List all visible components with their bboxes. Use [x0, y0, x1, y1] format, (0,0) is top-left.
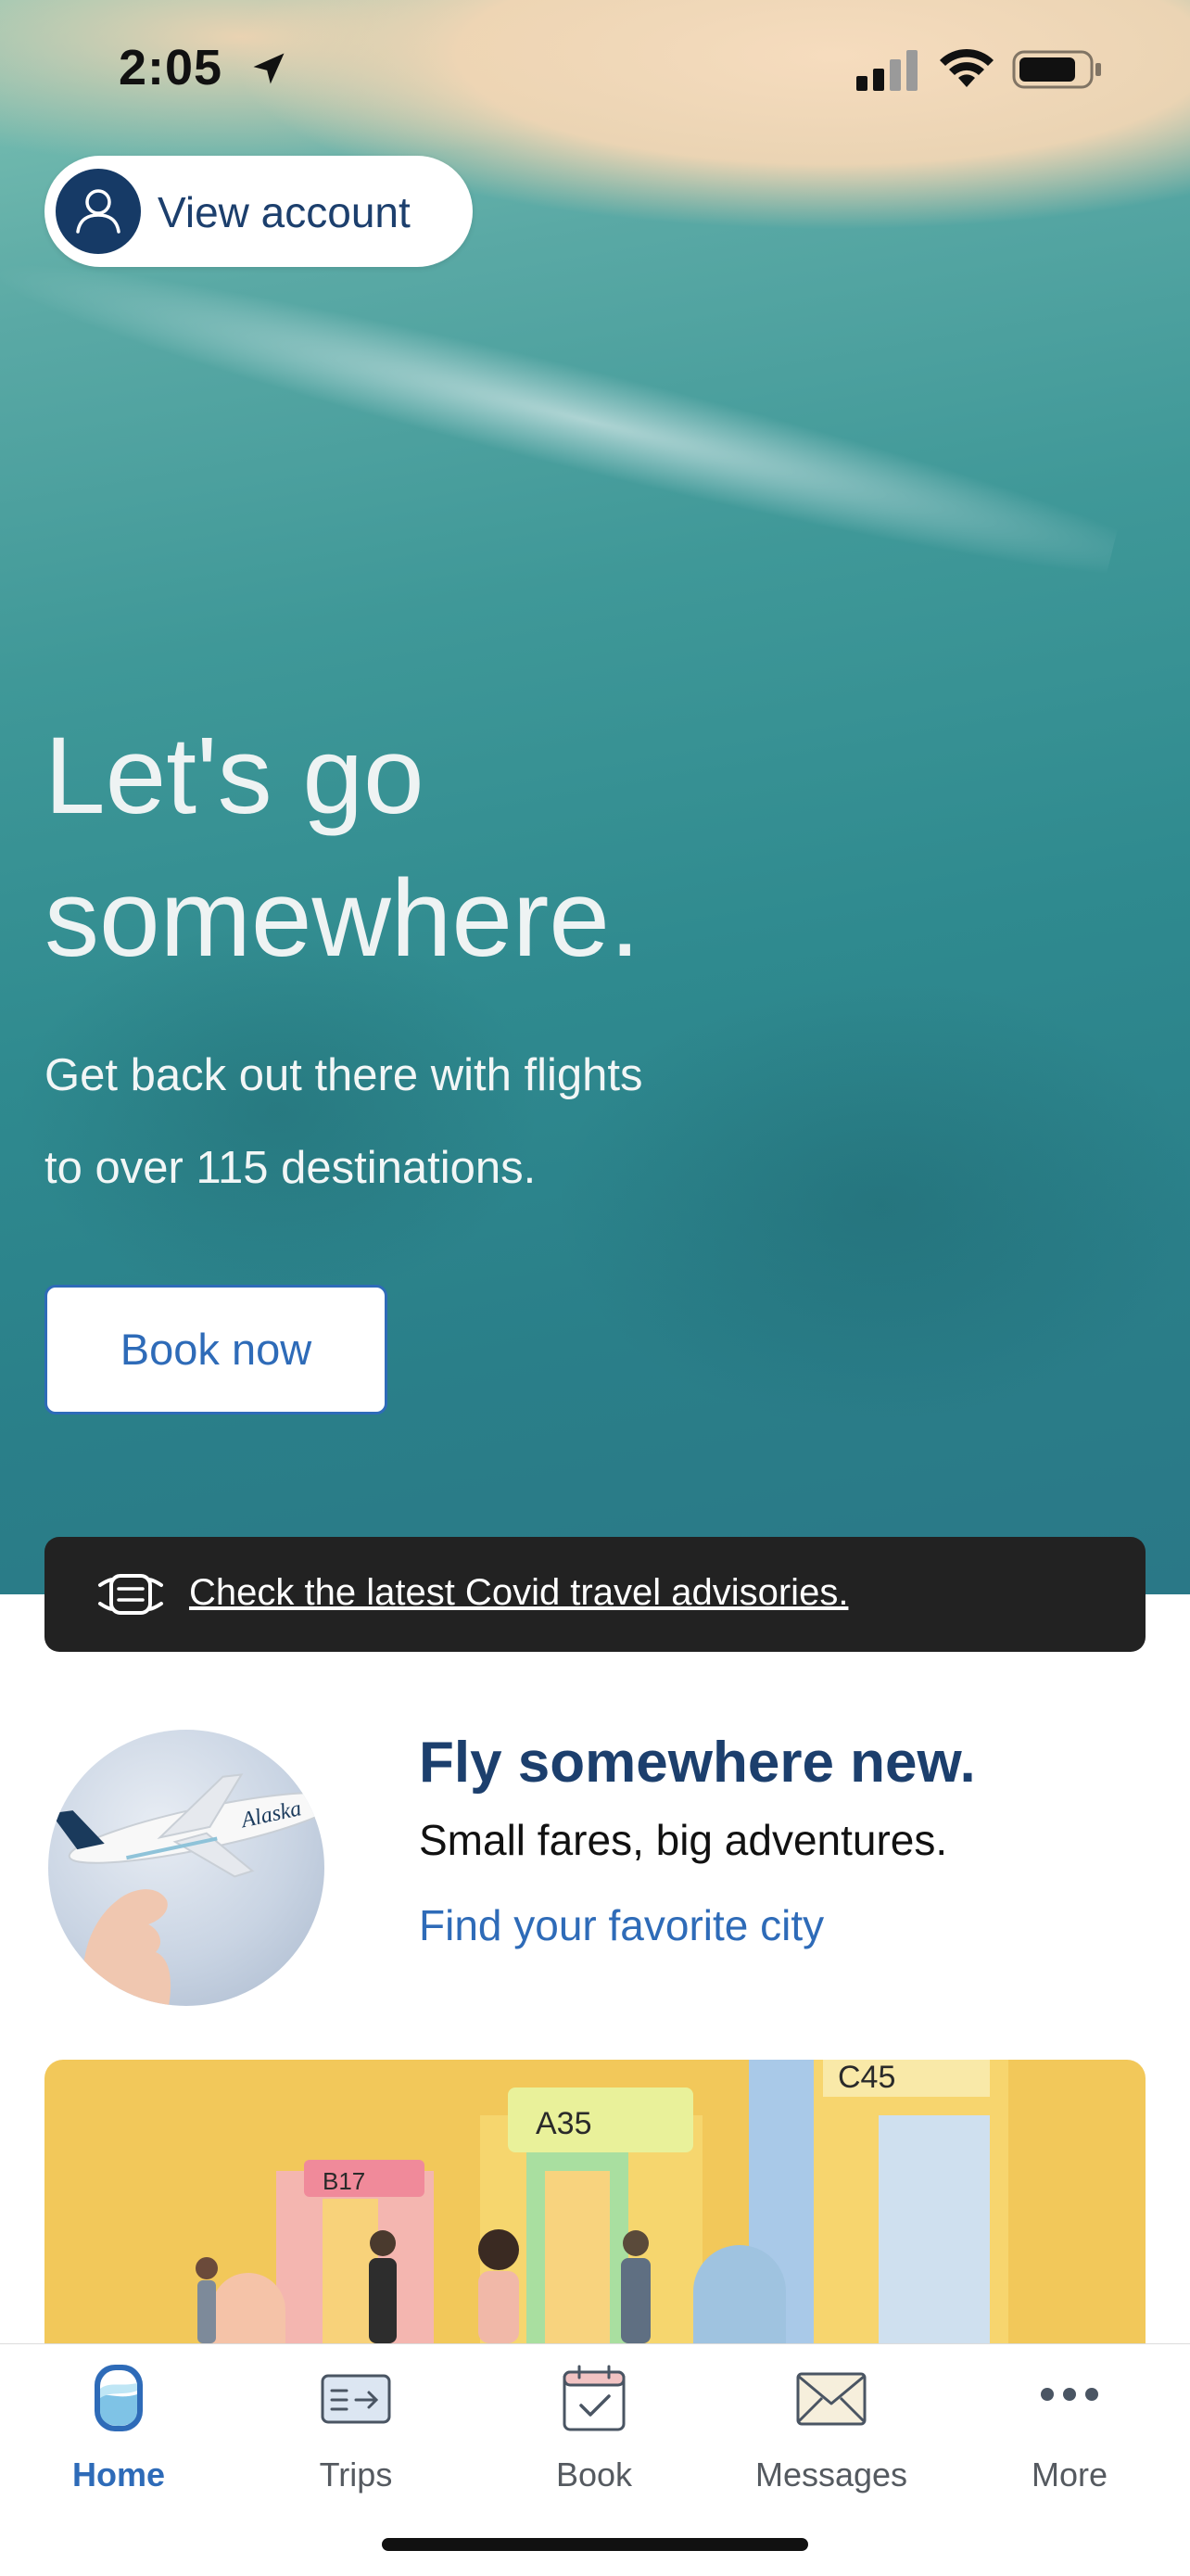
battery-icon [1012, 50, 1101, 89]
view-account-label: View account [158, 188, 411, 236]
gate-label-3: C45 [838, 2060, 895, 2095]
avatar [56, 169, 141, 254]
boarding-pass-icon [321, 2374, 391, 2424]
promo-subtitle: Small fares, big adventures. [419, 1816, 948, 1864]
covid-advisory-link[interactable]: Check the latest Covid travel advisories… [189, 1572, 848, 1614]
promo-title: Fly somewhere new. [419, 1731, 976, 1795]
location-arrow-icon [253, 53, 285, 84]
hero-subtitle-line1: Get back out there with flights [44, 1050, 643, 1100]
tab-messages-label: Messages [754, 2455, 908, 2494]
calendar-check-icon [563, 2365, 626, 2431]
envelope-icon [796, 2372, 867, 2426]
wifi-icon [940, 48, 994, 87]
gate-illustration-card[interactable]: B17 A35 C45 [44, 2060, 1146, 2343]
tab-trips[interactable]: Trips [263, 2363, 449, 2502]
tab-more[interactable]: More [977, 2363, 1162, 2502]
cellular-signal-icon [856, 50, 918, 91]
tab-book[interactable]: Book [501, 2363, 687, 2502]
hero-title-line1: Let's go [44, 715, 424, 837]
hero-subtitle-line2: to over 115 destinations. [44, 1143, 537, 1193]
hero-title-line2: somewhere. [44, 857, 640, 980]
tab-home-label: Home [71, 2455, 166, 2494]
tab-book-label: Book [555, 2455, 633, 2494]
find-city-link[interactable]: Find your favorite city [419, 1900, 824, 1950]
promo-plane-image: Alaska [48, 1730, 324, 2006]
airport-gates-illustration: B17 A35 C45 [196, 2060, 1008, 2343]
face-mask-icon [98, 1574, 163, 1615]
status-time: 2:05 [119, 40, 223, 95]
book-now-button[interactable]: Book now [44, 1285, 387, 1415]
gate-label-2: A35 [536, 2106, 592, 2141]
tab-more-label: More [1031, 2455, 1108, 2494]
more-dots-icon [1041, 2388, 1098, 2401]
view-account-button[interactable]: View account [44, 156, 473, 267]
status-bar: 2:05 [0, 0, 1190, 139]
hero-subtitle: Get back out there with flights to over … [44, 1029, 879, 1214]
covid-advisory-banner[interactable]: Check the latest Covid travel advisories… [44, 1537, 1146, 1652]
home-window-icon [95, 2365, 143, 2431]
home-indicator[interactable] [382, 2538, 808, 2551]
gate-label-1: B17 [323, 2167, 365, 2195]
user-icon [76, 189, 120, 234]
tab-messages[interactable]: Messages [739, 2363, 924, 2502]
tab-trips-label: Trips [319, 2455, 393, 2494]
hero-title: Let's go somewhere. [44, 704, 1064, 990]
tab-home[interactable]: Home [26, 2363, 211, 2502]
